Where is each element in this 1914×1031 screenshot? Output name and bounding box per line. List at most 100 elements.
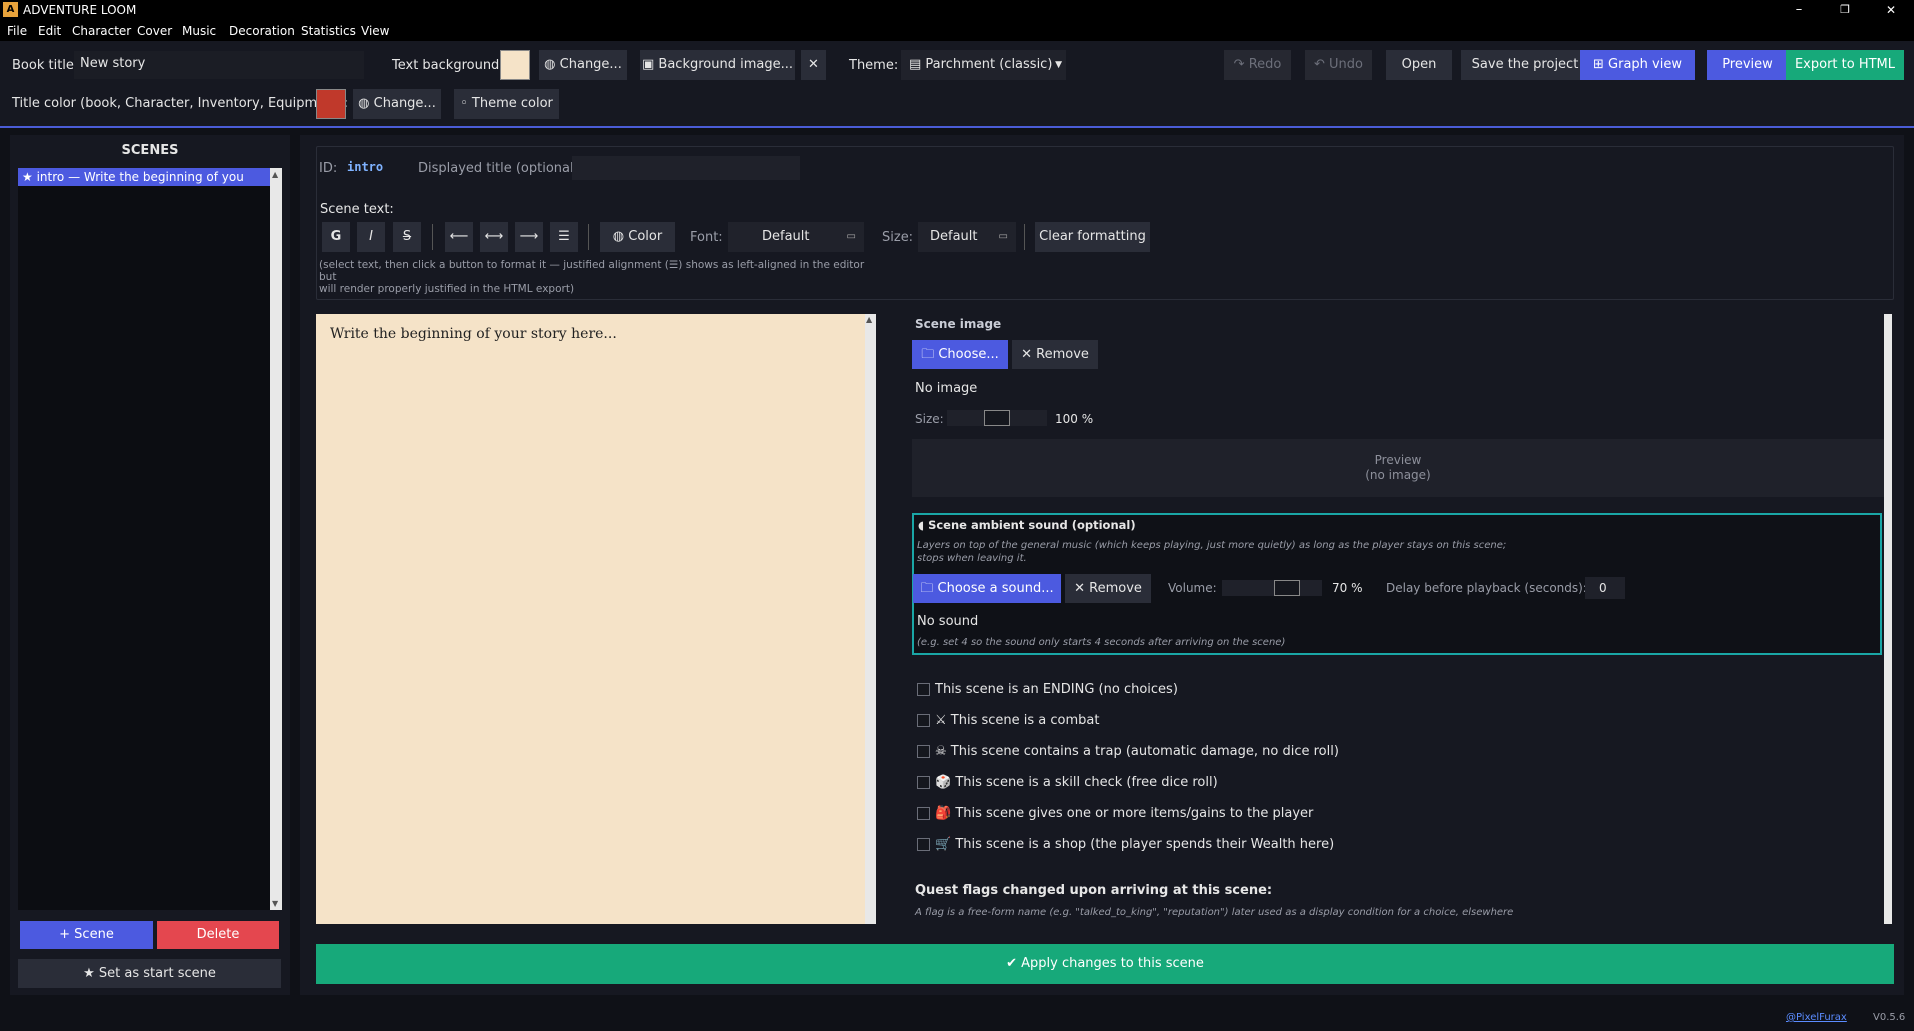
choose-sound-button[interactable]: 🗀 Choose a sound... xyxy=(913,574,1061,603)
menu-bar: File Edit Character Cover Music Decorati… xyxy=(0,20,1914,41)
scroll-down-icon: ▼ xyxy=(272,899,279,908)
graph-view-button[interactable]: ⊞ Graph view xyxy=(1580,50,1695,80)
toolbar-divider xyxy=(1024,224,1025,250)
theme-color-button[interactable]: ◦ Theme color xyxy=(454,89,559,119)
size-label: Size: xyxy=(882,230,914,245)
undo-button[interactable]: ↶ Undo xyxy=(1305,50,1372,80)
folder-icon: 🗀 xyxy=(920,581,938,596)
apply-changes-button[interactable]: ✔ Apply changes to this scene xyxy=(316,944,1894,984)
align-justify-button[interactable]: ☰ xyxy=(550,222,578,252)
clear-formatting-button[interactable]: Clear formatting xyxy=(1035,222,1150,252)
drop-icon: ◦ xyxy=(460,96,472,111)
remove-image-button[interactable]: ✕ Remove xyxy=(1012,340,1098,369)
menu-edit[interactable]: Edit xyxy=(38,24,61,38)
size-select[interactable]: Default ▭ xyxy=(918,222,1016,252)
restore-button[interactable]: ❐ xyxy=(1822,0,1868,20)
remove-sound-button[interactable]: ✕ Remove xyxy=(1065,574,1151,603)
scroll-up-icon: ▲ xyxy=(272,170,279,179)
scene-text-editor[interactable]: Write the beginning of your story here..… xyxy=(316,314,876,924)
book-title-input[interactable]: New story xyxy=(74,51,364,79)
scene-list[interactable]: ★ intro — Write the beginning of you xyxy=(18,168,270,910)
menu-character[interactable]: Character xyxy=(72,24,131,38)
trap-option: ☠ This scene contains a trap (automatic … xyxy=(935,744,1339,759)
combat-checkbox[interactable] xyxy=(917,714,930,727)
ending-label: This scene is an ENDING (no choices) xyxy=(935,682,1178,697)
image-size-slider[interactable] xyxy=(947,410,1047,426)
add-scene-button[interactable]: + Scene xyxy=(20,921,153,949)
theme-select[interactable]: ▤ Parchment (classic) ▼ xyxy=(901,50,1066,80)
palette-icon: ◍ xyxy=(544,57,560,72)
set-start-scene-button[interactable]: ★ Set as start scene xyxy=(18,959,281,988)
change-text-background-button[interactable]: ◍ Change... xyxy=(539,50,627,80)
items-checkbox[interactable] xyxy=(917,807,930,820)
redo-icon: ↷ xyxy=(1233,57,1249,72)
format-hint: (select text, then click a button to for… xyxy=(319,259,865,295)
clear-background-image-button[interactable]: ✕ xyxy=(801,50,826,80)
menu-file[interactable]: File xyxy=(7,24,27,38)
text-color-button[interactable]: ◍ Color xyxy=(600,222,675,252)
scene-list-scrollbar[interactable]: ▲ ▼ xyxy=(270,168,282,910)
preview-button[interactable]: Preview xyxy=(1707,50,1788,80)
image-size-slider-handle[interactable] xyxy=(984,410,1010,426)
window-title: ADVENTURE LOOM xyxy=(23,3,137,17)
strikethrough-button[interactable]: S xyxy=(393,222,421,252)
speaker-icon: ◖ xyxy=(918,518,929,532)
menu-statistics[interactable]: Statistics xyxy=(301,24,356,38)
align-left-button[interactable]: ⟵ xyxy=(445,222,473,252)
displayed-title-input[interactable] xyxy=(572,156,800,180)
change-title-color-button[interactable]: ◍ Change... xyxy=(353,89,441,119)
menu-decoration[interactable]: Decoration xyxy=(229,24,295,38)
redo-button[interactable]: ↷ Redo xyxy=(1224,50,1291,80)
volume-label: Volume: xyxy=(1168,581,1217,595)
volume-slider[interactable] xyxy=(1222,580,1322,596)
minimize-button[interactable]: – xyxy=(1776,0,1822,20)
align-right-button[interactable]: ⟶ xyxy=(515,222,543,252)
scene-list-item-label: intro — Write the beginning of you xyxy=(36,170,244,184)
volume-value: 70 % xyxy=(1332,581,1363,595)
swords-icon: ⚔ xyxy=(935,713,947,728)
font-select[interactable]: Default ▭ xyxy=(728,222,864,252)
menu-cover[interactable]: Cover xyxy=(137,24,172,38)
skill-check-option: 🎲 This scene is a skill check (free dice… xyxy=(935,775,1218,790)
menu-view[interactable]: View xyxy=(361,24,389,38)
author-link[interactable]: @PixelFurax xyxy=(1786,1012,1847,1023)
shop-checkbox[interactable] xyxy=(917,838,930,851)
ambient-sound-description: Layers on top of the general music (whic… xyxy=(917,540,1507,564)
close-window-button[interactable]: ✕ xyxy=(1868,0,1914,20)
background-image-button[interactable]: ▣ Background image... xyxy=(640,50,795,80)
undo-icon: ↶ xyxy=(1314,57,1330,72)
theme-label: Theme: xyxy=(849,58,899,73)
skill-check-checkbox[interactable] xyxy=(917,776,930,789)
title-bar: A ADVENTURE LOOM – ❐ ✕ xyxy=(0,0,1914,20)
close-icon: ✕ xyxy=(1021,347,1037,362)
italic-button[interactable]: I xyxy=(357,222,385,252)
sound-status: No sound xyxy=(917,614,979,629)
volume-slider-handle[interactable] xyxy=(1274,580,1300,596)
font-label: Font: xyxy=(690,230,723,245)
scenes-header: SCENES xyxy=(121,143,179,158)
save-project-button[interactable]: Save the project xyxy=(1461,50,1589,80)
image-size-label: Size: xyxy=(915,412,944,426)
menu-music[interactable]: Music xyxy=(182,24,216,38)
title-color-swatch[interactable] xyxy=(316,89,346,119)
open-button[interactable]: Open xyxy=(1386,50,1452,80)
trap-checkbox[interactable] xyxy=(917,745,930,758)
choose-image-button[interactable]: 🗀 Choose... xyxy=(912,340,1008,369)
scene-list-item[interactable]: ★ intro — Write the beginning of you xyxy=(18,168,270,186)
ending-checkbox[interactable] xyxy=(917,683,930,696)
delay-input[interactable]: 0 xyxy=(1585,577,1625,599)
align-center-button[interactable]: ⟷ xyxy=(480,222,508,252)
palette-icon: ◍ xyxy=(358,96,374,111)
theme-icon: ▤ xyxy=(909,57,926,72)
export-html-button[interactable]: Export to HTML xyxy=(1786,50,1904,80)
options-scrollbar[interactable] xyxy=(1884,314,1892,924)
text-background-swatch[interactable] xyxy=(500,50,530,80)
editor-scrollbar[interactable]: ▲ xyxy=(865,314,876,924)
delay-hint: (e.g. set 4 so the sound only starts 4 s… xyxy=(917,637,1286,648)
quest-flags-description: A flag is a free-form name (e.g. "talked… xyxy=(915,907,1514,918)
bold-button[interactable]: G xyxy=(322,222,350,252)
delete-scene-button[interactable]: Delete xyxy=(157,921,279,949)
toolbar-divider xyxy=(432,224,433,250)
chevron-down-icon: ▼ xyxy=(1055,60,1062,70)
ambient-sound-title: ◖ Scene ambient sound (optional) xyxy=(918,518,1136,532)
